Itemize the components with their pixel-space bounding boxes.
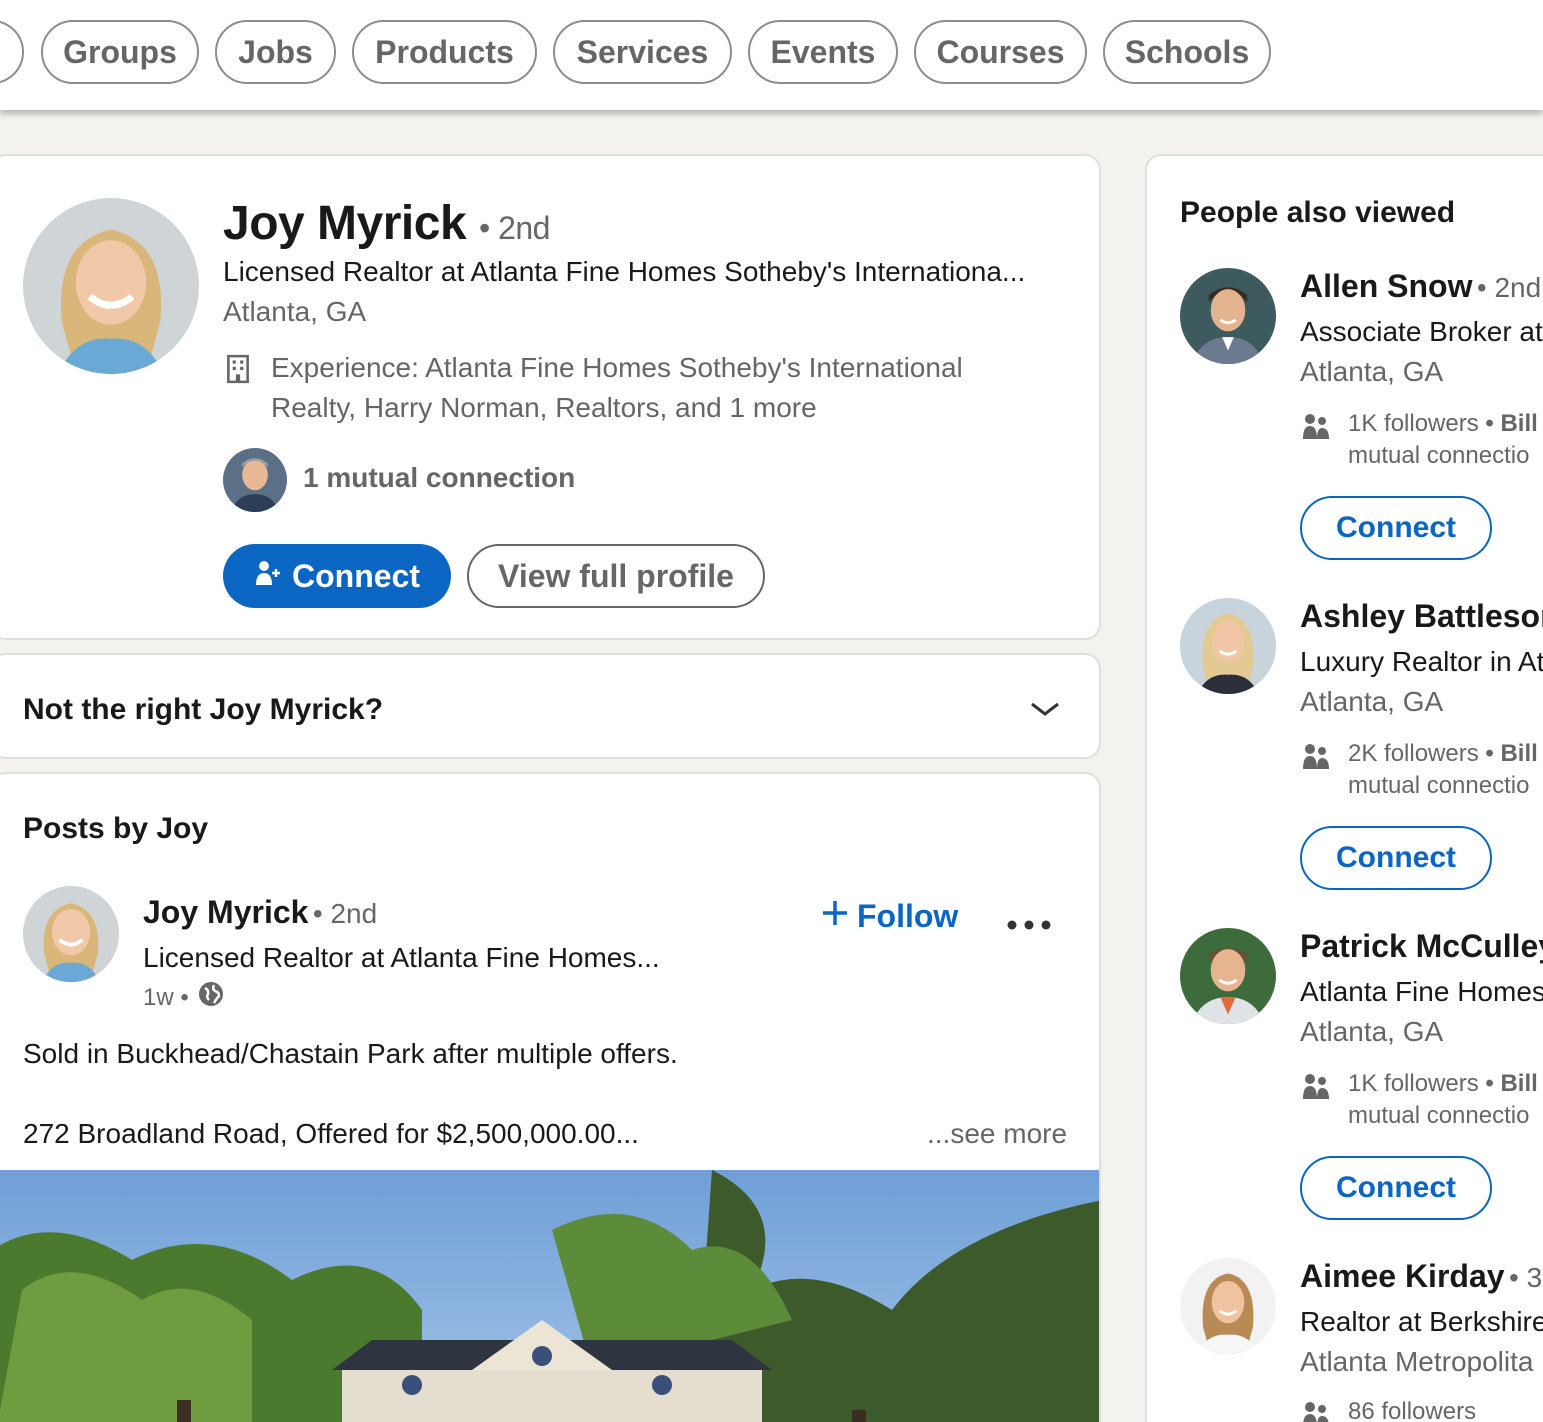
post-timestamp: 1w • xyxy=(143,983,189,1011)
connection-degree: • 2nd xyxy=(478,210,550,246)
person-avatar[interactable] xyxy=(1180,928,1276,1024)
profile-name: Joy Myrick xyxy=(223,197,467,250)
profile-headline: Licensed Realtor at Atlanta Fine Homes S… xyxy=(223,256,1026,287)
profile-location: Atlanta, GA xyxy=(223,296,367,327)
person-followers: 86 followers xyxy=(1348,1398,1477,1422)
person-mutual-name: • Bill xyxy=(1485,740,1538,767)
post-author-name[interactable]: Joy Myrick xyxy=(143,894,308,930)
chevron-down-icon[interactable] xyxy=(1029,699,1061,719)
filter-pill-partial[interactable] xyxy=(0,20,24,84)
profile-card: Joy Myrick • 2nd Licensed Realtor at Atl… xyxy=(0,154,1101,640)
follow-button[interactable]: Follow xyxy=(821,898,958,935)
filter-pill-products[interactable]: Products xyxy=(352,20,537,84)
person-name[interactable]: Patrick McCulley xyxy=(1300,928,1543,964)
globe-icon xyxy=(197,980,225,1015)
building-icon xyxy=(225,354,251,384)
mutual-connection-text[interactable]: 1 mutual connection xyxy=(303,462,575,494)
person-mutual-name: • Bill xyxy=(1485,410,1538,437)
person-mutual-text: mutual connectio xyxy=(1348,1102,1530,1129)
posts-card: Posts by Joy Joy Myrick • 2nd Licensed R… xyxy=(0,772,1101,1422)
more-options-icon[interactable] xyxy=(1006,918,1052,930)
person-degree: • 2nd xyxy=(1476,272,1542,303)
person-avatar[interactable] xyxy=(1180,598,1276,694)
add-person-icon xyxy=(254,558,282,595)
person-mutual-name: • Bill xyxy=(1485,1070,1538,1097)
see-more-link[interactable]: ...see more xyxy=(927,1118,1067,1150)
people-icon xyxy=(1302,1400,1330,1422)
filter-label: Events xyxy=(770,34,876,70)
not-right-person-card[interactable]: Not the right Joy Myrick? xyxy=(0,653,1101,759)
post-author-headline: Licensed Realtor at Atlanta Fine Homes..… xyxy=(143,942,660,973)
person-followers: 1K followers xyxy=(1348,1070,1479,1097)
person-headline: Realtor at Berkshire xyxy=(1300,1306,1543,1337)
posts-heading: Posts by Joy xyxy=(23,812,209,845)
person-mutual-text: mutual connectio xyxy=(1348,442,1530,469)
filter-pill-courses[interactable]: Courses xyxy=(914,20,1087,84)
filter-pill-jobs[interactable]: Jobs xyxy=(215,20,336,84)
people-icon xyxy=(1302,742,1330,775)
person-avatar[interactable] xyxy=(1180,268,1276,364)
filter-pill-events[interactable]: Events xyxy=(748,20,898,84)
post-author-degree: • 2nd xyxy=(312,898,378,929)
person-connect-button[interactable]: Connect xyxy=(1300,496,1492,560)
person-followers: 2K followers xyxy=(1348,740,1479,767)
not-right-person-label: Not the right Joy Myrick? xyxy=(23,693,384,726)
person-name[interactable]: Allen Snow xyxy=(1300,268,1472,304)
filter-pill-groups[interactable]: Groups xyxy=(41,20,199,84)
person-avatar[interactable] xyxy=(1180,1258,1276,1354)
house-photo xyxy=(0,1170,1099,1422)
post-author-avatar[interactable] xyxy=(23,886,119,982)
person-connect-button[interactable]: Connect xyxy=(1300,1156,1492,1220)
person-mutual-text: mutual connectio xyxy=(1348,772,1530,799)
person-name[interactable]: Ashley Battleson xyxy=(1300,598,1543,634)
person-headline: Associate Broker at xyxy=(1300,316,1543,347)
filter-label: Schools xyxy=(1124,34,1250,70)
person-location: Atlanta Metropolita xyxy=(1300,1346,1534,1377)
profile-photo xyxy=(23,198,199,374)
person-location: Atlanta, GA xyxy=(1300,356,1444,387)
view-full-profile-button[interactable]: View full profile xyxy=(467,544,765,608)
filter-label: Jobs xyxy=(238,34,313,70)
person-degree: • 3 xyxy=(1508,1262,1543,1293)
filter-label: Groups xyxy=(63,34,177,70)
filter-label: Courses xyxy=(936,34,1065,70)
post-image[interactable] xyxy=(0,1170,1099,1422)
people-also-viewed-card: People also viewed Allen Snow • 2nd Asso… xyxy=(1145,154,1543,1422)
mutual-connection-avatar[interactable] xyxy=(223,448,287,512)
person-connect-button[interactable]: Connect xyxy=(1300,826,1492,890)
search-filter-bar: Groups Jobs Products Services Events Cou… xyxy=(0,0,1543,110)
filter-label: Services xyxy=(576,34,709,70)
filter-label: Products xyxy=(375,34,514,70)
post-text-line-1: Sold in Buckhead/Chastain Park after mul… xyxy=(23,1038,678,1069)
person-location: Atlanta, GA xyxy=(1300,1016,1444,1047)
person-followers: 1K followers xyxy=(1348,410,1479,437)
filter-pill-schools[interactable]: Schools xyxy=(1103,20,1271,84)
post-text-line-2: 272 Broadland Road, Offered for $2,500,0… xyxy=(23,1118,639,1149)
person-headline: Luxury Realtor in At xyxy=(1300,646,1543,677)
people-icon xyxy=(1302,1072,1330,1105)
person-name[interactable]: Aimee Kirday xyxy=(1300,1258,1505,1294)
people-icon xyxy=(1302,412,1330,445)
filter-pill-services[interactable]: Services xyxy=(553,20,732,84)
profile-avatar[interactable] xyxy=(23,198,199,374)
experience-line-2: Realty, Harry Norman, Realtors, and 1 mo… xyxy=(271,392,817,423)
connect-button[interactable]: Connect xyxy=(223,544,451,608)
people-also-viewed-heading: People also viewed xyxy=(1180,196,1456,229)
person-headline: Atlanta Fine Homes xyxy=(1300,976,1543,1007)
person-location: Atlanta, GA xyxy=(1300,686,1444,717)
plus-icon xyxy=(821,898,849,935)
experience-line-1: Experience: Atlanta Fine Homes Sotheby's… xyxy=(271,352,963,383)
